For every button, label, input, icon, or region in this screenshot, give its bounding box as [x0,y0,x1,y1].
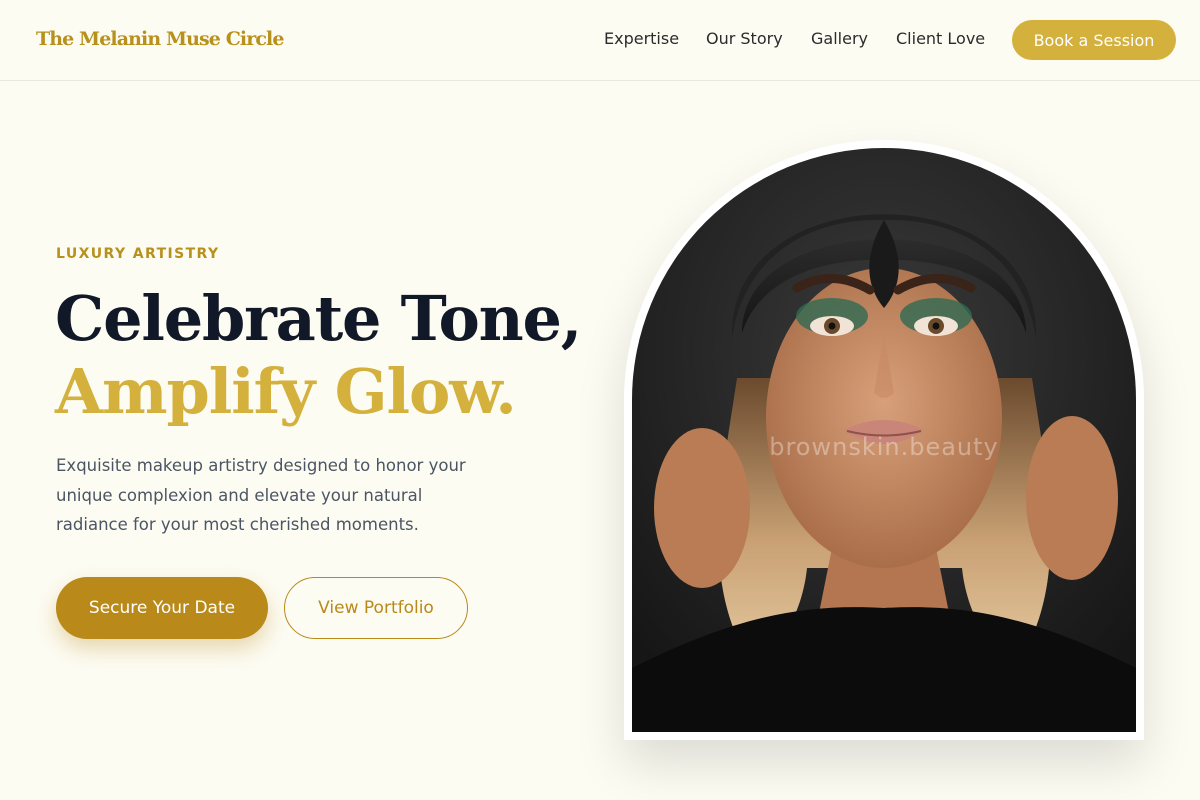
hero-headline-line-2: Amplify Glow. [55,355,517,428]
image-watermark: brownskin.beauty [769,433,999,461]
hero-image-frame: brownskin.beauty [624,140,1144,740]
hero-eyebrow: LUXURY ARTISTRY [56,246,220,262]
nav-link-expertise[interactable]: Expertise [604,29,679,48]
hero-headline-line-1: Celebrate Tone, [55,282,582,355]
book-session-button[interactable]: Book a Session [1012,20,1176,60]
view-portfolio-button[interactable]: View Portfolio [284,577,468,639]
nav-link-gallery[interactable]: Gallery [811,29,868,48]
hero-portrait-image: brownskin.beauty [632,148,1136,732]
hero-description: Exquisite makeup artistry designed to ho… [56,456,466,534]
secure-date-button[interactable]: Secure Your Date [56,577,268,639]
nav-link-our-story[interactable]: Our Story [706,29,783,48]
site-header: The Melanin Muse Circle Expertise Our St… [0,0,1200,81]
nav-link-client-love[interactable]: Client Love [896,29,985,48]
